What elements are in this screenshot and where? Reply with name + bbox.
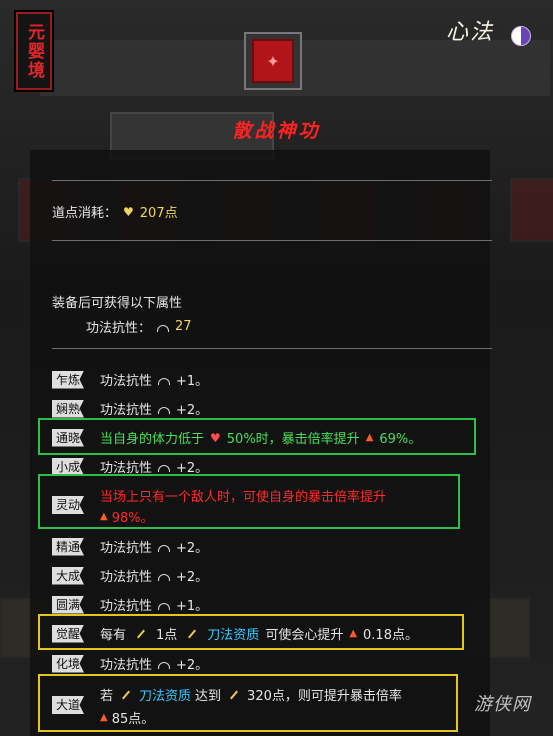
level-row: 精通 功法抗性 +2。 xyxy=(52,537,208,556)
level-row: 化境 功法抗性 +2。 xyxy=(52,654,208,673)
attribute-value: 27 xyxy=(175,319,192,334)
heart-icon: ♥ xyxy=(210,430,221,445)
attribute-label: 功法抗性： xyxy=(86,321,152,336)
resist-icon xyxy=(158,661,171,669)
attributes-heading: 装备后可获得以下属性 xyxy=(52,296,183,311)
level-badge: 通晓 xyxy=(52,428,84,447)
level-text: 1点 xyxy=(156,628,178,643)
level-row: 通晓 当自身的体力低于 ♥ 50%时，暴击倍率提升 ▲ 69%。 xyxy=(52,428,421,447)
level-row: 圆满 功法抗性 +1。 xyxy=(52,595,208,614)
skill-name: 散战神功 xyxy=(232,120,321,142)
header-title: 心法 xyxy=(446,20,495,45)
level-badge: 大成 xyxy=(52,566,84,585)
blade-icon xyxy=(122,690,130,699)
level-value: 0.18点。 xyxy=(363,628,418,643)
level-row: 娴熟 功法抗性 +2。 xyxy=(52,399,208,418)
level-text: 功法抗性 xyxy=(100,541,153,556)
resist-icon xyxy=(158,406,171,414)
skill-book-frame: ✦ xyxy=(244,32,302,90)
blade-icon xyxy=(137,629,145,638)
level-row: 乍炼 功法抗性 +1。 xyxy=(52,370,208,389)
resist-icon xyxy=(157,324,170,332)
crit-icon: ▲ xyxy=(349,628,358,639)
blade-icon xyxy=(188,629,197,638)
level-text: 达到 xyxy=(195,689,222,704)
level-text: 当场上只有一个敌人时，可使自身的暴击倍率提升 xyxy=(100,490,387,505)
resist-icon xyxy=(158,377,171,385)
level-value: +1。 xyxy=(176,599,209,614)
level-text: 功法抗性 xyxy=(100,374,153,389)
attribute-row: 功法抗性： 27 xyxy=(86,317,192,336)
level-line: 若 刀法资质 达到 320点，则可提升暴击倍率 xyxy=(100,685,402,704)
level-text: 功法抗性 xyxy=(100,403,153,418)
level-resource: 刀法资质 xyxy=(207,628,260,643)
divider xyxy=(52,348,492,349)
level-text: 320点，则可提升暴击倍率 xyxy=(247,689,402,704)
level-badge: 大道 xyxy=(52,696,84,714)
realm-tag: 元婴境 xyxy=(16,12,52,90)
skill-book-icon: ✦ xyxy=(252,39,294,83)
level-badge: 娴熟 xyxy=(52,399,84,418)
level-value: 98%。 xyxy=(111,511,154,526)
level-text: 每有 xyxy=(100,628,127,643)
level-badge: 觉醒 xyxy=(52,624,84,643)
level-text: 可使会心提升 xyxy=(265,628,344,643)
level-value: +2。 xyxy=(176,570,209,585)
divider xyxy=(52,240,492,241)
level-row: 灵动 xyxy=(52,496,100,514)
resist-icon xyxy=(158,464,171,472)
resist-icon xyxy=(158,602,171,610)
crit-icon: ▲ xyxy=(100,511,108,522)
divider xyxy=(52,180,492,181)
cost-label: 道点消耗： xyxy=(52,206,118,221)
level-resource: 刀法资质 xyxy=(139,689,192,704)
level-badge: 小成 xyxy=(52,457,84,476)
level-text: 若 xyxy=(100,689,114,704)
level-value: 69%。 xyxy=(379,432,422,447)
level-badge: 化境 xyxy=(52,654,84,673)
level-rate-row: ▲ 98%。 xyxy=(100,507,154,526)
level-badge: 精通 xyxy=(52,537,84,556)
level-text: 功法抗性 xyxy=(100,570,153,585)
level-value: 85点。 xyxy=(111,712,155,727)
level-badge: 圆满 xyxy=(52,595,84,614)
cost-row: 道点消耗： ♥ 207点 xyxy=(52,202,178,222)
crit-icon: ▲ xyxy=(365,432,374,443)
level-row: 大成 功法抗性 +2。 xyxy=(52,566,208,585)
watermark: 游侠网 xyxy=(474,694,531,715)
crit-icon: ▲ xyxy=(100,712,108,723)
level-value: +2。 xyxy=(176,658,209,673)
taiji-icon[interactable] xyxy=(511,26,531,46)
level-badge: 灵动 xyxy=(52,496,84,514)
level-text: 当自身的体力低于 xyxy=(100,432,205,447)
resist-icon xyxy=(158,544,171,552)
level-row: 觉醒 每有 1点 刀法资质 可使会心提升 ▲ 0.18点。 xyxy=(52,624,418,643)
blade-icon xyxy=(230,690,239,699)
level-text: 功法抗性 xyxy=(100,599,153,614)
cost-value: 207点 xyxy=(139,206,178,221)
level-value: +2。 xyxy=(176,541,209,556)
level-text: 50%时，暴击倍率提升 xyxy=(226,432,360,447)
resist-icon xyxy=(158,573,171,581)
level-rate-row: ▲ 85点。 xyxy=(100,708,154,727)
dao-point-icon: ♥ xyxy=(123,204,134,219)
level-badge: 乍炼 xyxy=(52,370,84,389)
level-row: 大道 xyxy=(52,696,100,714)
level-value: +1。 xyxy=(176,374,209,389)
level-value: +2。 xyxy=(176,403,209,418)
level-text: 功法抗性 xyxy=(100,658,153,673)
